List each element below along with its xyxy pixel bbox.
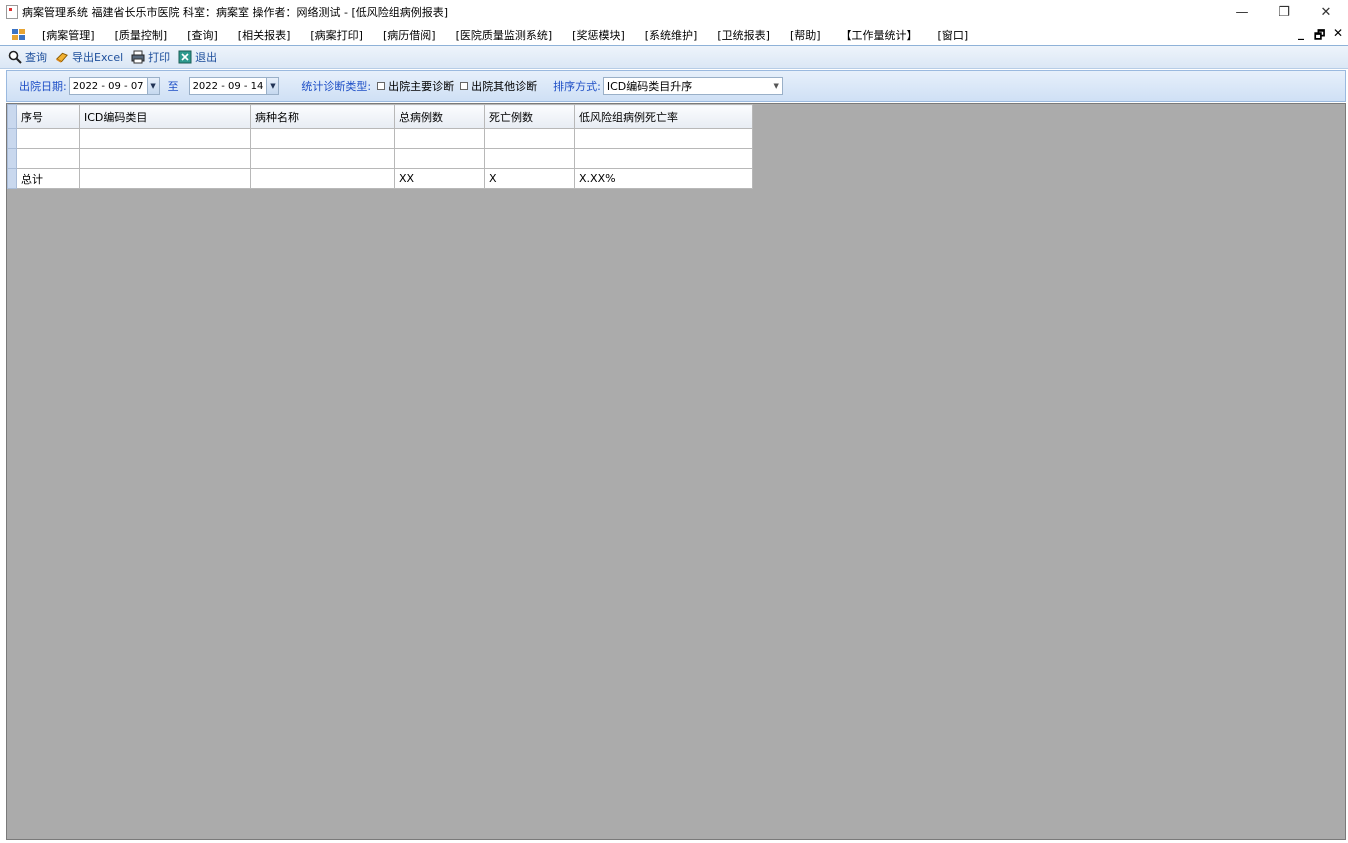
menu-case-print[interactable]: [病案打印] bbox=[300, 27, 373, 43]
row-selector-header[interactable] bbox=[7, 104, 17, 129]
report-table: 序号 ICD编码类目 病种名称 总病例数 死亡例数 低风险组病例死亡率 总计 X… bbox=[7, 104, 753, 189]
mdi-minimize-button[interactable]: _ bbox=[1298, 26, 1304, 40]
date-from-picker[interactable]: 2022 - 09 - 07 ▼ bbox=[68, 77, 160, 95]
menu-quality-monitor[interactable]: [医院质量监测系统] bbox=[446, 27, 563, 43]
printer-icon bbox=[131, 50, 145, 64]
sort-select-value: ICD编码类目升序 bbox=[606, 80, 693, 93]
column-header-icd[interactable]: ICD编码类目 bbox=[79, 104, 251, 129]
table-row[interactable] bbox=[7, 148, 753, 169]
magnifier-icon bbox=[8, 50, 22, 64]
row-selector[interactable] bbox=[7, 168, 17, 189]
window-title: 病案管理系统 福建省长乐市医院 科室：病案室 操作者：网络测试 - [低风险组病… bbox=[22, 6, 449, 19]
mdi-restore-button[interactable]: 🗗 bbox=[1314, 26, 1325, 47]
to-label: 至 bbox=[167, 80, 179, 93]
row-selector[interactable] bbox=[7, 128, 17, 149]
query-button[interactable]: 查询 bbox=[8, 49, 47, 65]
minimize-button[interactable]: — bbox=[1219, 0, 1265, 24]
menu-record-borrow[interactable]: [病历借阅] bbox=[373, 27, 446, 43]
table-cell[interactable] bbox=[484, 148, 575, 169]
table-cell[interactable] bbox=[394, 148, 485, 169]
exit-button[interactable]: 退出 bbox=[178, 49, 217, 65]
export-excel-label: 导出Excel bbox=[72, 51, 124, 64]
menu-related-reports[interactable]: [相关报表] bbox=[228, 27, 301, 43]
total-label-cell[interactable]: 总计 bbox=[16, 168, 80, 189]
mdi-close-button[interactable]: ✕ bbox=[1333, 26, 1343, 40]
table-cell[interactable] bbox=[574, 148, 753, 169]
sort-select[interactable]: ICD编码类目升序 ▼ bbox=[602, 77, 783, 95]
report-grid: 序号 ICD编码类目 病种名称 总病例数 死亡例数 低风险组病例死亡率 总计 X… bbox=[6, 103, 1346, 840]
other-diagnosis-checkbox[interactable]: 出院其他诊断 bbox=[460, 78, 537, 94]
menu-system-maintenance[interactable]: [系统维护] bbox=[635, 27, 708, 43]
table-cell[interactable] bbox=[394, 128, 485, 149]
table-cell[interactable] bbox=[79, 148, 251, 169]
main-diagnosis-label: 出院主要诊断 bbox=[388, 80, 455, 93]
row-selector[interactable] bbox=[7, 148, 17, 169]
date-to-value: 2022 - 09 - 14 bbox=[192, 80, 264, 92]
diag-type-label: 统计诊断类型: bbox=[301, 80, 372, 93]
total-cases-cell[interactable]: XX bbox=[394, 168, 485, 189]
table-row[interactable] bbox=[7, 128, 753, 149]
table-cell[interactable] bbox=[16, 148, 80, 169]
restore-button[interactable]: ❐ bbox=[1261, 0, 1307, 24]
window-titlebar: 病案管理系统 福建省长乐市医院 科室：病案室 操作者：网络测试 - [低风险组病… bbox=[0, 0, 1348, 24]
table-cell[interactable] bbox=[16, 128, 80, 149]
sort-label: 排序方式: bbox=[553, 80, 601, 93]
table-cell[interactable] bbox=[79, 168, 251, 189]
exit-label: 退出 bbox=[195, 51, 218, 64]
menu-bar: [病案管理] [质量控制] [查询] [相关报表] [病案打印] [病历借阅] … bbox=[0, 24, 1348, 45]
menu-workload-stats[interactable]: 【工作量统计】 bbox=[831, 27, 928, 43]
chevron-down-icon[interactable]: ▼ bbox=[773, 82, 778, 90]
other-diagnosis-label: 出院其他诊断 bbox=[471, 80, 538, 93]
menu-window[interactable]: [窗口] bbox=[928, 27, 979, 43]
column-header-deaths[interactable]: 死亡例数 bbox=[484, 104, 575, 129]
date-from-value: 2022 - 09 - 07 bbox=[72, 80, 144, 92]
print-button[interactable]: 打印 bbox=[131, 49, 170, 65]
total-mortality-cell[interactable]: X.XX% bbox=[574, 168, 753, 189]
menu-help[interactable]: [帮助] bbox=[780, 27, 831, 43]
chevron-down-icon[interactable]: ▼ bbox=[146, 78, 159, 94]
table-cell[interactable] bbox=[484, 128, 575, 149]
toolbar: 查询 导出Excel 打印 退出 bbox=[0, 45, 1348, 69]
export-excel-button[interactable]: 导出Excel bbox=[55, 49, 123, 65]
column-header-index[interactable]: 序号 bbox=[16, 104, 80, 129]
app-icon bbox=[6, 5, 18, 19]
table-cell[interactable] bbox=[250, 148, 395, 169]
date-to-picker[interactable]: 2022 - 09 - 14 ▼ bbox=[188, 77, 280, 95]
total-row[interactable]: 总计 XX X X.XX% bbox=[7, 168, 753, 189]
table-cell[interactable] bbox=[250, 168, 395, 189]
mdi-child-icon[interactable] bbox=[12, 28, 26, 41]
menu-case-management[interactable]: [病案管理] bbox=[32, 27, 105, 43]
close-button[interactable]: ✕ bbox=[1303, 0, 1348, 24]
menu-rewards[interactable]: [奖惩模块] bbox=[562, 27, 635, 43]
table-cell[interactable] bbox=[250, 128, 395, 149]
table-header-row: 序号 ICD编码类目 病种名称 总病例数 死亡例数 低风险组病例死亡率 bbox=[7, 104, 753, 129]
print-label: 打印 bbox=[148, 51, 171, 64]
total-deaths-cell[interactable]: X bbox=[484, 168, 575, 189]
discharge-date-label: 出院日期: bbox=[19, 80, 67, 93]
menu-quality-control[interactable]: [质量控制] bbox=[105, 27, 178, 43]
filter-panel: 出院日期: 2022 - 09 - 07 ▼ 至 2022 - 09 - 14 … bbox=[6, 70, 1346, 102]
column-header-disease[interactable]: 病种名称 bbox=[250, 104, 395, 129]
table-cell[interactable] bbox=[79, 128, 251, 149]
checkbox-box[interactable] bbox=[377, 82, 386, 90]
query-label: 查询 bbox=[25, 51, 47, 64]
column-header-mortality[interactable]: 低风险组病例死亡率 bbox=[574, 104, 753, 129]
menu-query[interactable]: [查询] bbox=[177, 27, 228, 43]
main-diagnosis-checkbox[interactable]: 出院主要诊断 bbox=[377, 78, 454, 94]
column-header-total[interactable]: 总病例数 bbox=[394, 104, 485, 129]
checkbox-box[interactable] bbox=[460, 82, 469, 90]
eraser-icon bbox=[55, 50, 69, 64]
chevron-down-icon[interactable]: ▼ bbox=[266, 78, 279, 94]
table-cell[interactable] bbox=[574, 128, 753, 149]
exit-icon bbox=[178, 50, 192, 64]
menu-health-statistics[interactable]: [卫统报表] bbox=[707, 27, 780, 43]
